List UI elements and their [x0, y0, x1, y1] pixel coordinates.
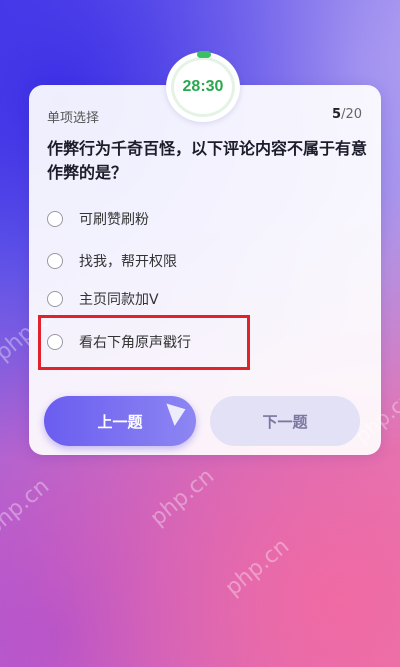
question-text: 作弊行为千奇百怪，以下评论内容不属于有意作弊的是？: [47, 139, 368, 182]
radio-icon[interactable]: [47, 291, 63, 307]
option-3[interactable]: 主页同款加V: [47, 284, 159, 314]
timer-value: 28:30: [182, 78, 224, 95]
radio-icon[interactable]: [47, 211, 63, 227]
question-counter: 5/20: [332, 107, 362, 122]
watermark: php.cn: [220, 533, 295, 602]
highlight-box: [38, 315, 250, 370]
watermark: php.cn: [145, 463, 220, 532]
total-questions: /20: [341, 107, 362, 122]
previous-question-button[interactable]: 上一题: [44, 396, 196, 446]
watermark: php.cn: [0, 473, 55, 542]
current-question-number: 5: [332, 107, 342, 122]
next-question-button[interactable]: 下一题: [210, 396, 360, 446]
question-type-label: 单项选择: [47, 111, 100, 126]
option-1[interactable]: 可刷赞刷粉: [47, 204, 149, 234]
timer-indicator-icon: [197, 51, 211, 58]
countdown-timer: 28:30: [166, 51, 240, 122]
option-label: 主页同款加V: [79, 292, 159, 308]
option-2[interactable]: 找我，帮开权限: [47, 246, 177, 276]
radio-icon[interactable]: [47, 253, 63, 269]
option-label: 可刷赞刷粉: [79, 212, 149, 228]
option-label: 找我，帮开权限: [79, 254, 177, 270]
